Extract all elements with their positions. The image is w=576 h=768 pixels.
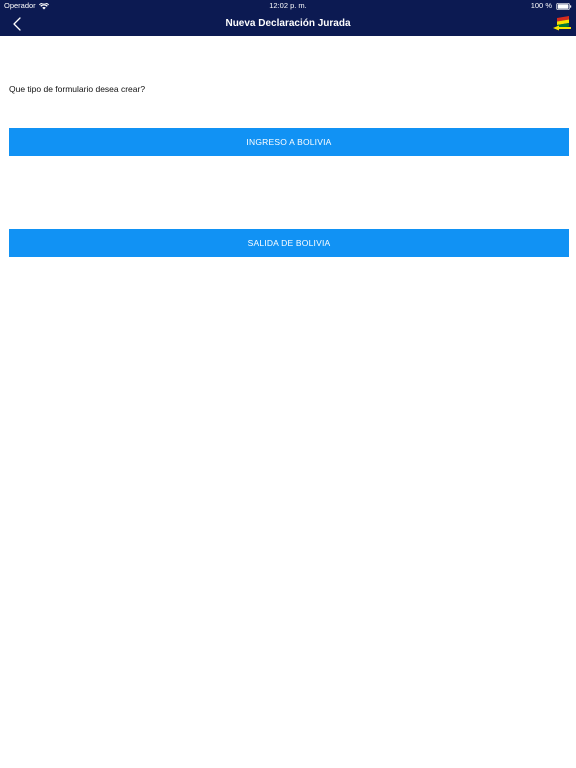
status-bar: Operador 12:02 p. m. 100 % xyxy=(0,0,576,12)
battery-group: 100 % xyxy=(531,0,572,12)
battery-percent: 100 % xyxy=(530,1,552,10)
form-type-prompt: Que tipo de formulario desea crear? xyxy=(9,84,146,94)
status-time: 12:02 p. m. xyxy=(269,1,307,10)
page-title: Nueva Declaración Jurada xyxy=(225,18,351,29)
battery-icon xyxy=(556,2,572,10)
top-bar: Operador 12:02 p. m. 100 % Nueva Declara… xyxy=(0,0,576,36)
ingreso-a-bolivia-button[interactable]: INGRESO A BOLIVIA xyxy=(9,128,569,156)
salida-de-bolivia-button[interactable]: SALIDA DE BOLIVIA xyxy=(9,229,569,257)
bolivia-flag-arrow-icon[interactable] xyxy=(552,15,572,33)
navigation-bar: Nueva Declaración Jurada xyxy=(0,12,576,36)
